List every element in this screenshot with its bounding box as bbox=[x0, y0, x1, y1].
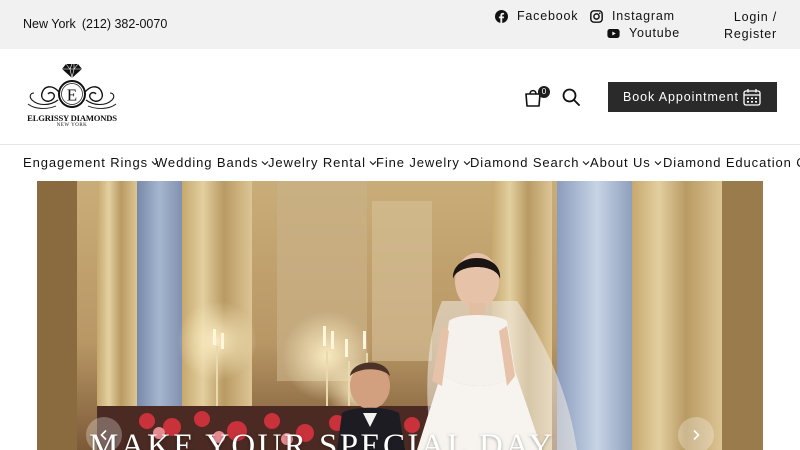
facebook-icon bbox=[495, 9, 508, 23]
nav-label: Wedding Bands bbox=[155, 155, 259, 170]
instagram-label: Instagram bbox=[612, 9, 675, 23]
nav-label: Fine Jewelry bbox=[376, 155, 460, 170]
chevron-right-icon bbox=[693, 429, 700, 441]
chevron-down-icon bbox=[654, 160, 662, 165]
main-nav: Engagement Rings Wedding Bands Jewelry R… bbox=[0, 146, 800, 181]
svg-text:E: E bbox=[67, 86, 77, 105]
site-header: E ELGRISSY DIAMONDS NEW YORK 0 Book Appo… bbox=[0, 49, 800, 145]
book-appointment-label: Book Appointment bbox=[623, 90, 739, 104]
contact-info: New York (212) 382-0070 bbox=[23, 17, 167, 31]
phone-link[interactable]: (212) 382-0070 bbox=[82, 17, 167, 31]
nav-label: Diamond Search bbox=[470, 155, 580, 170]
nav-fine-jewelry[interactable]: Fine Jewelry bbox=[376, 155, 471, 170]
instagram-link[interactable]: Instagram bbox=[590, 9, 675, 23]
youtube-icon bbox=[607, 28, 620, 38]
cart-count-badge: 0 bbox=[538, 86, 550, 98]
youtube-label: Youtube bbox=[629, 26, 681, 40]
nav-engagement-rings[interactable]: Engagement Rings bbox=[23, 155, 159, 170]
nav-wedding-bands[interactable]: Wedding Bands bbox=[155, 155, 269, 170]
nav-label: Jewelry Rental bbox=[268, 155, 366, 170]
instagram-icon bbox=[590, 9, 603, 23]
nav-diamond-education[interactable]: Diamond Education Cer bbox=[663, 155, 800, 170]
register-link[interactable]: Register bbox=[717, 26, 777, 43]
facebook-label: Facebook bbox=[517, 9, 579, 23]
location-text: New York bbox=[23, 17, 76, 31]
nav-label: About Us bbox=[590, 155, 651, 170]
login-link[interactable]: Login / bbox=[717, 9, 777, 26]
top-bar: New York (212) 382-0070 Facebook Instagra… bbox=[0, 0, 800, 49]
hero-image bbox=[37, 181, 763, 450]
calendar-icon bbox=[743, 89, 761, 106]
nav-diamond-search[interactable]: Diamond Search bbox=[470, 155, 590, 170]
logo-monogram: E bbox=[67, 86, 77, 105]
facebook-link[interactable]: Facebook bbox=[495, 9, 578, 23]
hero-banner bbox=[37, 181, 763, 450]
logo-name: ELGRISSY DIAMONDS bbox=[27, 113, 117, 123]
search-icon[interactable] bbox=[561, 87, 581, 107]
slider-next-button[interactable] bbox=[678, 417, 714, 450]
site-logo[interactable]: E ELGRISSY DIAMONDS NEW YORK bbox=[26, 62, 118, 130]
nav-label: Diamond Education Cer bbox=[663, 155, 800, 170]
nav-jewelry-rental[interactable]: Jewelry Rental bbox=[268, 155, 377, 170]
youtube-link[interactable]: Youtube bbox=[607, 26, 680, 40]
hero-title: MAKE YOUR SPECIAL DAY bbox=[89, 428, 555, 450]
nav-label: Engagement Rings bbox=[23, 155, 148, 170]
book-appointment-button[interactable]: Book Appointment bbox=[608, 82, 777, 112]
nav-about-us[interactable]: About Us bbox=[590, 155, 662, 170]
logo-subtitle: NEW YORK bbox=[56, 123, 88, 128]
login-register: Login / Register bbox=[717, 9, 777, 43]
